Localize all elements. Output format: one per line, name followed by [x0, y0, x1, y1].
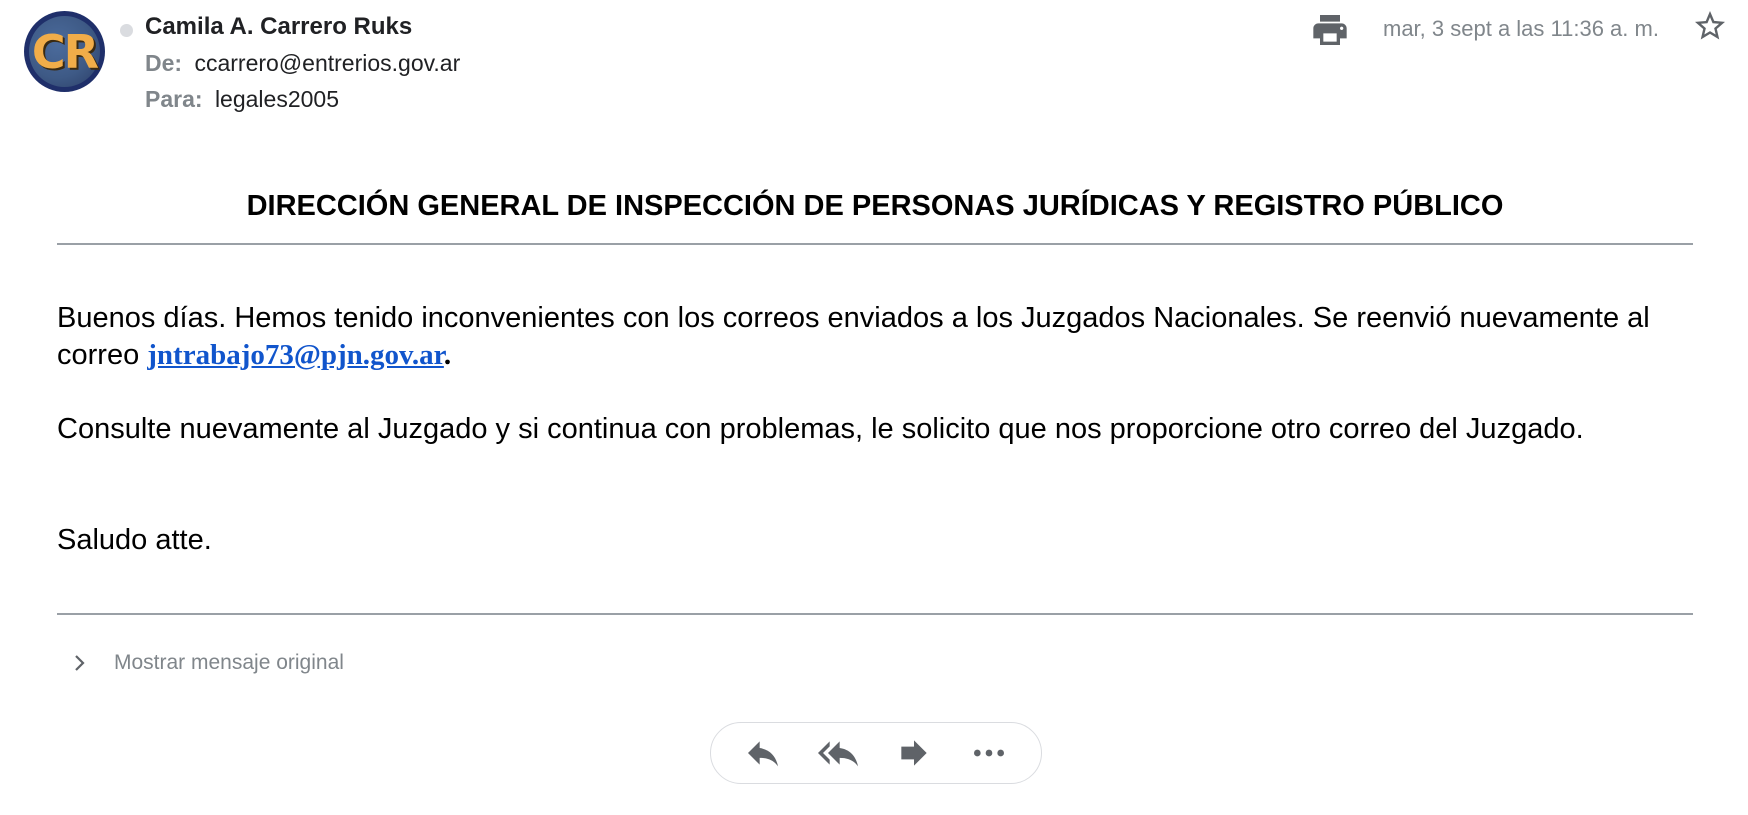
forward-icon: [901, 740, 927, 766]
message-paragraph-1: Buenos días. Hemos tenido inconvenientes…: [57, 300, 1693, 374]
message-actions: [710, 722, 1042, 784]
show-original-label: Mostrar mensaje original: [114, 651, 344, 674]
from-label: De:: [145, 50, 183, 76]
email-link[interactable]: jntrabajo73@pjn.gov.ar: [147, 339, 444, 371]
message-paragraph-2: Consulte nuevamente al Juzgado y si cont…: [57, 413, 1584, 445]
star-outline-icon: [1695, 11, 1725, 40]
from-address[interactable]: ccarrero@entrerios.gov.ar: [194, 50, 460, 76]
to-label: Para:: [145, 86, 203, 112]
presence-indicator: [120, 24, 133, 37]
reply-all-icon: [818, 741, 859, 767]
to-line: Para: legales2005: [145, 86, 339, 113]
reply-all-button[interactable]: [813, 731, 863, 775]
avatar-image: CR: [29, 16, 100, 87]
organization-heading: DIRECCIÓN GENERAL DE INSPECCIÓN DE PERSO…: [246, 190, 1504, 222]
more-horizontal-icon: [974, 749, 1005, 757]
avatar[interactable]: CR: [24, 11, 105, 92]
divider-top: [57, 243, 1693, 245]
print-icon: [1313, 15, 1347, 45]
print-button[interactable]: [1310, 10, 1350, 50]
paragraph-1-period: .: [443, 339, 452, 371]
star-button[interactable]: [1692, 8, 1728, 44]
chevron-right-icon: [75, 655, 85, 671]
email-date: mar, 3 sept a las 11:36 a. m.: [1383, 16, 1659, 41]
message-signoff: Saludo atte.: [57, 524, 212, 556]
divider-bottom: [57, 613, 1693, 615]
avatar-initials: CR: [31, 24, 99, 79]
to-address[interactable]: legales2005: [215, 86, 339, 112]
more-options-button[interactable]: [964, 731, 1014, 775]
from-line: De: ccarrero@entrerios.gov.ar: [145, 50, 460, 77]
sender-name[interactable]: Camila A. Carrero Ruks: [145, 13, 412, 41]
reply-button[interactable]: [738, 731, 788, 775]
forward-button[interactable]: [889, 731, 939, 775]
show-original-button[interactable]: Mostrar mensaje original: [70, 648, 344, 678]
email-header: CR Camila A. Carrero Ruks De: ccarrero@e…: [0, 0, 1748, 120]
reply-icon: [747, 741, 778, 767]
